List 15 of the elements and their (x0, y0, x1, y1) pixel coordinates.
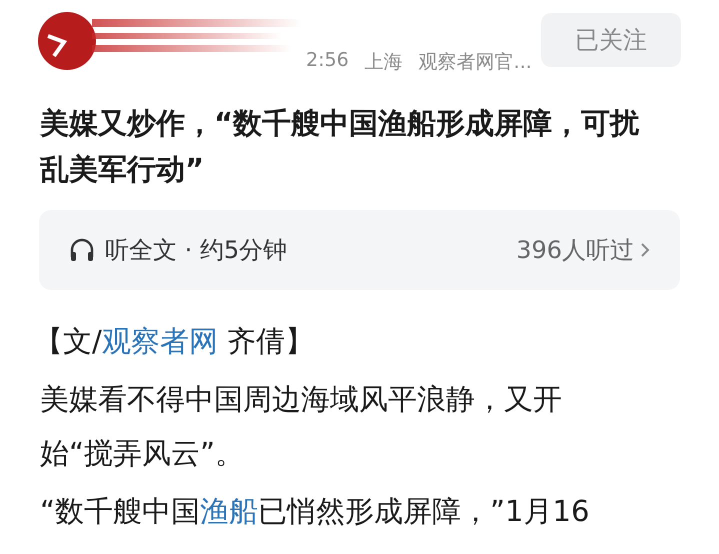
paragraph: “数千艘中国渔船已悄然形成屏障，”1月16 (40, 493, 590, 530)
headphones-icon (69, 237, 95, 263)
paragraph: 【文/观察者网 齐倩】 (34, 323, 315, 360)
link[interactable]: 观察者网 (102, 324, 218, 358)
meta-text: 观察者网官... (418, 50, 532, 75)
link[interactable]: 渔船 (200, 494, 258, 528)
meta-text: 上海 (364, 50, 403, 75)
meta-text: 2:56 (306, 49, 349, 73)
follow-button[interactable]: 已关注 (541, 13, 681, 67)
paragraph: 美媒看不得中国周边海域风平浪静，又开始“搅弄风云”。 (40, 381, 563, 472)
listen-bar[interactable]: 听全文 · 约5分钟 396人听过 (39, 210, 680, 290)
listen-label: 听全文 · 约5分钟 (105, 235, 288, 266)
article-title: 美媒又炒作，“数千艘中国渔船形成屏障，可扰乱美军行动” (40, 105, 640, 188)
listen-count: 396人听过 (516, 235, 634, 266)
logo-icon (38, 12, 96, 70)
